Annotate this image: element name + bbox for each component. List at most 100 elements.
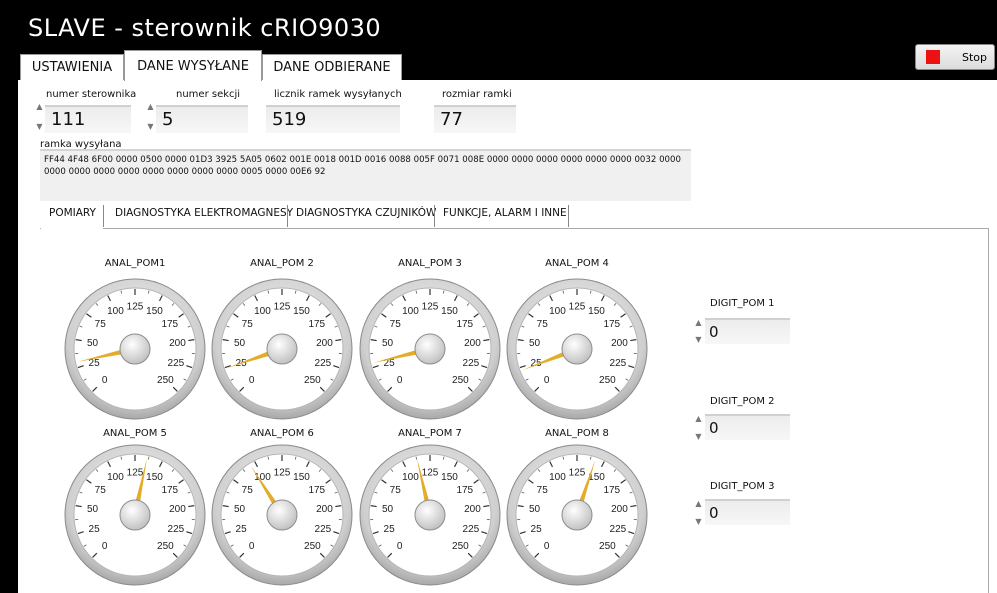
- licznik-ramek-label: licznik ramek wysyłanych: [274, 89, 402, 100]
- gauge: 0255075100125150175200225250: [211, 444, 353, 586]
- gauge-tick-label: 125: [569, 468, 586, 479]
- decrement-icon[interactable]: ▼: [694, 517, 703, 526]
- gauge-tick-label: 150: [146, 306, 163, 317]
- tab-label: DANE ODBIERANE: [273, 60, 391, 75]
- stop-button[interactable]: Stop: [915, 44, 995, 70]
- gauge-tick-label: 225: [315, 358, 332, 369]
- gauge-tick-label: 175: [456, 485, 473, 496]
- decrement-icon[interactable]: ▼: [35, 122, 44, 131]
- ramka-display: FF44 4F48 6F00 0000 0500 0000 01D3 3925 …: [40, 149, 691, 201]
- gauge-tick-label: 25: [384, 524, 396, 535]
- digit-pom-3-label: DIGIT_POM 3: [710, 481, 775, 492]
- gauge-tick-label: 50: [234, 338, 246, 349]
- gauge-tick-label: 150: [293, 306, 310, 317]
- gauge-tick-label: 250: [599, 375, 616, 386]
- gauge-tick-label: 0: [544, 541, 550, 552]
- gauge-tick-label: 175: [456, 319, 473, 330]
- gauge-tick-label: 100: [254, 306, 271, 317]
- gauge-tick-label: 50: [234, 504, 246, 515]
- subtab-diagnostyka-elektromagnesy[interactable]: DIAGNOSTYKA ELEKTROMAGNESY: [115, 207, 293, 219]
- increment-icon[interactable]: ▲: [694, 499, 703, 508]
- gauge-hub: [266, 499, 298, 531]
- divider: [40, 228, 988, 229]
- gauge-tick-label: 75: [537, 485, 549, 496]
- gauge-tick-label: 175: [603, 319, 620, 330]
- gauge-hub: [414, 333, 446, 365]
- decrement-icon[interactable]: ▼: [146, 122, 155, 131]
- gauge: 0255075100125150175200225250: [211, 278, 353, 420]
- gauge-hub: [414, 499, 446, 531]
- digit-pom-1-input[interactable]: 0: [705, 318, 790, 344]
- numer-sekcji-label: numer sekcji: [176, 89, 241, 100]
- ramka-line-1: FF44 4F48 6F00 0000 0500 0000 01D3 3925 …: [44, 155, 681, 165]
- gauge-tick-label: 225: [168, 524, 185, 535]
- gauge-tick-label: 50: [87, 338, 99, 349]
- gauge-tick-label: 0: [397, 375, 403, 386]
- gauge-tick-label: 125: [274, 302, 291, 313]
- subtab-pomiary[interactable]: POMIARY: [49, 207, 96, 219]
- gauge-tick-label: 25: [531, 524, 543, 535]
- tab-label: USTAWIENIA: [31, 60, 113, 75]
- gauge-tick-label: 100: [549, 472, 566, 483]
- gauge-tick-label: 150: [441, 472, 458, 483]
- gauge-tick-label: 250: [599, 541, 616, 552]
- gauge-tick-label: 0: [102, 375, 108, 386]
- gauge: 0255075100125150175200225250: [359, 444, 501, 586]
- numer-sekcji-input[interactable]: 5: [156, 105, 248, 133]
- subtab-diagnostyka-czujnikow[interactable]: DIAGNOSTYKA CZUJNIKÓW: [296, 207, 436, 219]
- divider: [988, 228, 989, 593]
- gauge-hub: [119, 333, 151, 365]
- gauge-tick-label: 100: [254, 472, 271, 483]
- divider: [103, 205, 104, 227]
- gauge-tick-label: 75: [95, 319, 107, 330]
- gauge-tick-label: 250: [304, 375, 321, 386]
- increment-icon[interactable]: ▲: [146, 102, 155, 111]
- gauge-tick-label: 175: [603, 485, 620, 496]
- digit-pom-2-input[interactable]: 0: [705, 414, 790, 440]
- gauge-tick-label: 250: [452, 541, 469, 552]
- gauge-tick-label: 175: [161, 319, 178, 330]
- gauge-tick-label: 125: [127, 468, 144, 479]
- decrement-icon[interactable]: ▼: [694, 432, 703, 441]
- gauge-tick-label: 250: [452, 375, 469, 386]
- increment-icon[interactable]: ▲: [694, 414, 703, 423]
- gauge-tick-label: 250: [304, 541, 321, 552]
- tab-ustawienia[interactable]: USTAWIENIA: [20, 54, 124, 80]
- tab-dane-odbierane[interactable]: DANE ODBIERANE: [262, 54, 402, 80]
- gauge-tick-label: 225: [168, 358, 185, 369]
- gauge-label: ANAL_POM 4: [545, 258, 609, 269]
- gauge: 0255075100125150175200225250: [359, 278, 501, 420]
- gauge-tick-label: 175: [308, 319, 325, 330]
- gauge-hub: [266, 333, 298, 365]
- gauge-label: ANAL_POM 8: [545, 428, 609, 439]
- gauge-hub: [119, 499, 151, 531]
- ramka-line-2: 0000 0000 0000 0000 0000 0000 0000 0000 …: [44, 167, 326, 177]
- numer-sterownika-input[interactable]: 111: [45, 105, 131, 133]
- gauge-tick-label: 200: [316, 504, 333, 515]
- stop-button-label: Stop: [962, 50, 988, 64]
- digit-pom-3-input[interactable]: 0: [705, 499, 790, 525]
- gauge-tick-label: 125: [422, 468, 439, 479]
- gauge-tick-label: 200: [464, 338, 481, 349]
- gauge-tick-label: 0: [544, 375, 550, 386]
- digit-pom-2-label: DIGIT_POM 2: [710, 396, 775, 407]
- rozmiar-ramki-label: rozmiar ramki: [442, 89, 512, 100]
- increment-icon[interactable]: ▲: [694, 318, 703, 327]
- gauge-tick-label: 150: [293, 472, 310, 483]
- gauge-tick-label: 125: [422, 302, 439, 313]
- tab-dane-wysylane[interactable]: DANE WYSYŁANE: [124, 50, 262, 81]
- gauge-tick-label: 0: [249, 375, 255, 386]
- gauge-tick-label: 75: [242, 485, 254, 496]
- gauge-tick-label: 200: [464, 504, 481, 515]
- increment-icon[interactable]: ▲: [35, 102, 44, 111]
- gauge-tick-label: 75: [95, 485, 107, 496]
- decrement-icon[interactable]: ▼: [694, 335, 703, 344]
- gauge-tick-label: 225: [463, 358, 480, 369]
- gauge-tick-label: 150: [588, 306, 605, 317]
- active-tab-marker: [41, 227, 103, 230]
- gauge-tick-label: 250: [157, 375, 174, 386]
- gauge-tick-label: 225: [610, 358, 627, 369]
- subtab-funkcje-alarm[interactable]: FUNKCJE, ALARM I INNE: [443, 207, 567, 219]
- gauge-tick-label: 200: [611, 338, 628, 349]
- gauge-label: ANAL_POM 6: [250, 428, 314, 439]
